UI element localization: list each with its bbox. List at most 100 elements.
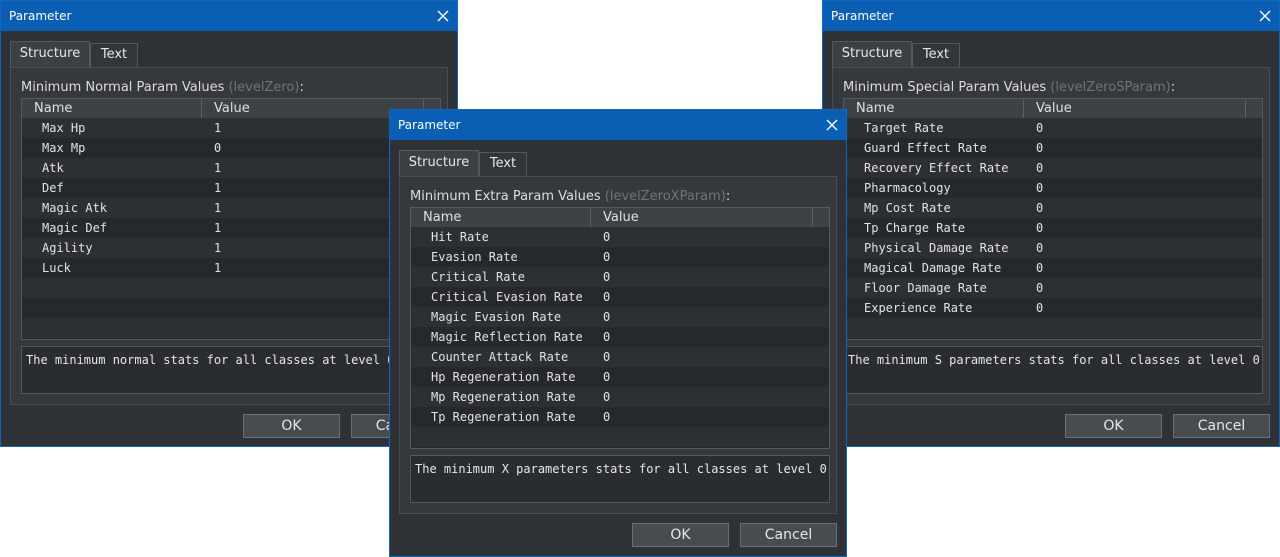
table-row[interactable]: Counter Attack Rate 0 — [411, 347, 829, 367]
param-value[interactable]: 0 — [1036, 198, 1043, 218]
param-grid[interactable]: Name Value Target Rate 0 Guard Effect Rate… — [843, 98, 1263, 340]
param-value[interactable]: 0 — [1036, 298, 1043, 318]
table-row[interactable]: Pharmacology 0 — [844, 178, 1262, 198]
table-row[interactable]: Critical Rate 0 — [411, 267, 829, 287]
param-value[interactable]: 0 — [1036, 218, 1043, 238]
param-name: Magic Evasion Rate — [431, 310, 562, 324]
column-header-name[interactable]: Name — [844, 99, 1024, 118]
empty-row[interactable] — [844, 318, 1262, 338]
param-value[interactable]: 0 — [1036, 258, 1043, 278]
table-row[interactable]: Atk 1 — [22, 158, 440, 178]
column-header-name[interactable]: Name — [22, 99, 202, 118]
table-row[interactable]: Tp Charge Rate 0 — [844, 218, 1262, 238]
parameter-dialog-center: Parameter Structure Text Minimum Extra P… — [389, 109, 847, 557]
empty-row[interactable] — [411, 427, 829, 447]
description-box[interactable]: The minimum S parameters stats for all c… — [843, 346, 1263, 394]
empty-row[interactable] — [22, 318, 440, 338]
ok-button[interactable]: OK — [632, 523, 729, 547]
ok-button[interactable]: OK — [1065, 414, 1162, 438]
param-name: Luck — [42, 261, 71, 275]
table-row[interactable]: Magic Evasion Rate 0 — [411, 307, 829, 327]
tab-text[interactable]: Text — [90, 43, 138, 67]
param-value[interactable]: 1 — [214, 178, 221, 198]
table-row[interactable]: Max Mp 0 — [22, 138, 440, 158]
param-value[interactable]: 0 — [603, 407, 610, 427]
table-row[interactable]: Max Hp 1 — [22, 118, 440, 138]
parameter-dialog-right: Parameter Structure Text Minimum Special… — [822, 0, 1280, 447]
table-row[interactable]: Magic Atk 1 — [22, 198, 440, 218]
param-value[interactable]: 0 — [603, 267, 610, 287]
param-value[interactable]: 0 — [1036, 278, 1043, 298]
param-value[interactable]: 0 — [603, 227, 610, 247]
table-row[interactable]: Mp Cost Rate 0 — [844, 198, 1262, 218]
tab-structure[interactable]: Structure — [10, 41, 90, 67]
param-name: Floor Damage Rate — [864, 281, 987, 295]
ok-button[interactable]: OK — [243, 414, 340, 438]
tab-text[interactable]: Text — [479, 152, 527, 176]
param-value[interactable]: 0 — [603, 287, 610, 307]
table-row[interactable]: Luck 1 — [22, 258, 440, 278]
param-value[interactable]: 0 — [603, 387, 610, 407]
tab-structure[interactable]: Structure — [399, 150, 479, 176]
param-name: Critical Rate — [431, 270, 525, 284]
param-value[interactable]: 0 — [1036, 118, 1043, 138]
param-grid[interactable]: Name Value Hit Rate 0 Evasion Rate 0 Critica… — [410, 207, 830, 449]
table-row[interactable]: Mp Regeneration Rate 0 — [411, 387, 829, 407]
column-header-value[interactable]: Value — [1024, 99, 1246, 118]
table-row[interactable]: Magical Damage Rate 0 — [844, 258, 1262, 278]
param-value[interactable]: 0 — [603, 347, 610, 367]
param-value[interactable]: 0 — [603, 307, 610, 327]
empty-row[interactable] — [22, 278, 440, 298]
param-value[interactable]: 1 — [214, 158, 221, 178]
table-row[interactable]: Def 1 — [22, 178, 440, 198]
param-value[interactable]: 0 — [1036, 158, 1043, 178]
param-name: Agility — [42, 241, 93, 255]
table-row[interactable]: Agility 1 — [22, 238, 440, 258]
table-row[interactable]: Physical Damage Rate 0 — [844, 238, 1262, 258]
tab-text[interactable]: Text — [912, 43, 960, 67]
close-icon[interactable] — [1257, 8, 1273, 24]
table-row[interactable]: Target Rate 0 — [844, 118, 1262, 138]
empty-row[interactable] — [22, 298, 440, 318]
param-value[interactable]: 0 — [1036, 178, 1043, 198]
label-text: Minimum Normal Param Values — [21, 80, 229, 95]
param-grid[interactable]: Name Value Max Hp 1 Max Mp 0 Atk 1 Def 1 Magic A… — [21, 98, 441, 340]
table-row[interactable]: Critical Evasion Rate 0 — [411, 287, 829, 307]
table-row[interactable]: Floor Damage Rate 0 — [844, 278, 1262, 298]
param-label: Minimum Extra Param Values (levelZeroXPa… — [410, 189, 730, 204]
param-value[interactable]: 1 — [214, 238, 221, 258]
param-value[interactable]: 0 — [1036, 138, 1043, 158]
description-box[interactable]: The minimum X parameters stats for all c… — [410, 455, 830, 503]
column-header-value[interactable]: Value — [591, 208, 813, 227]
tab-structure[interactable]: Structure — [832, 41, 912, 67]
table-row[interactable]: Recovery Effect Rate 0 — [844, 158, 1262, 178]
param-label: Minimum Normal Param Values (levelZero): — [21, 80, 304, 95]
param-value[interactable]: 0 — [603, 247, 610, 267]
table-row[interactable]: Experience Rate 0 — [844, 298, 1262, 318]
param-value[interactable]: 0 — [214, 138, 221, 158]
close-icon[interactable] — [435, 8, 451, 24]
param-label: Minimum Special Param Values (levelZeroS… — [843, 80, 1175, 95]
param-value[interactable]: 1 — [214, 218, 221, 238]
close-icon[interactable] — [824, 117, 840, 133]
table-row[interactable]: Magic Def 1 — [22, 218, 440, 238]
param-value[interactable]: 1 — [214, 198, 221, 218]
cancel-button[interactable]: Cancel — [740, 523, 837, 547]
description-box[interactable]: The minimum normal stats for all classes… — [21, 346, 441, 394]
param-value[interactable]: 0 — [1036, 238, 1043, 258]
param-value[interactable]: 1 — [214, 118, 221, 138]
table-row[interactable]: Hp Regeneration Rate 0 — [411, 367, 829, 387]
cancel-button[interactable]: Cancel — [1173, 414, 1270, 438]
column-header-name[interactable]: Name — [411, 208, 591, 227]
table-row[interactable]: Guard Effect Rate 0 — [844, 138, 1262, 158]
table-row[interactable]: Hit Rate 0 — [411, 227, 829, 247]
param-value[interactable]: 0 — [603, 367, 610, 387]
table-row[interactable]: Tp Regeneration Rate 0 — [411, 407, 829, 427]
table-row[interactable]: Evasion Rate 0 — [411, 247, 829, 267]
table-row[interactable]: Magic Reflection Rate 0 — [411, 327, 829, 347]
param-value[interactable]: 0 — [603, 327, 610, 347]
structure-panel: Minimum Normal Param Values (levelZero):… — [10, 67, 448, 405]
param-name: Hit Rate — [431, 230, 489, 244]
param-value[interactable]: 1 — [214, 258, 221, 278]
param-name: Counter Attack Rate — [431, 350, 569, 364]
